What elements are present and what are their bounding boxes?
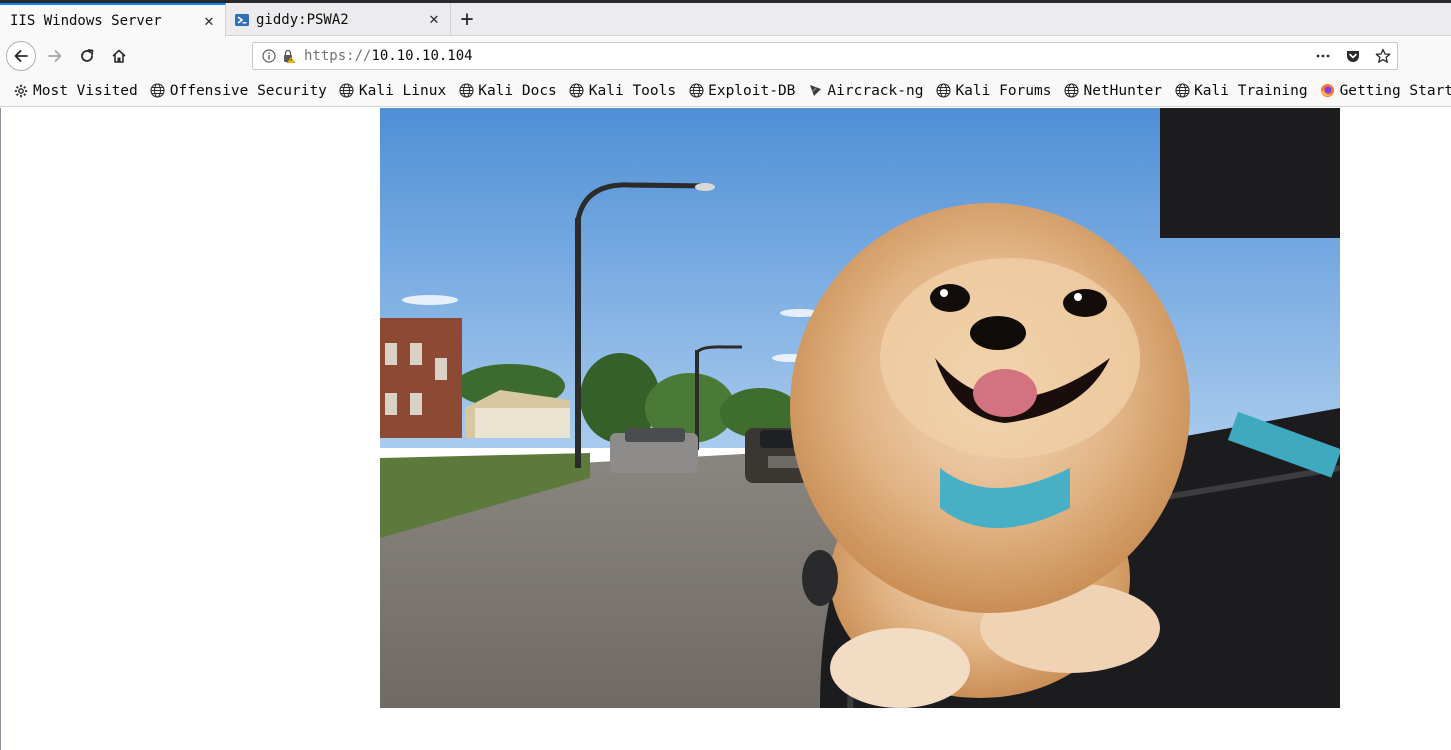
- globe-icon: [1174, 83, 1190, 99]
- home-button[interactable]: [103, 40, 135, 72]
- page-content: [0, 108, 1451, 750]
- tab-strip: IIS Windows Server ✕ giddy:PSWA2 ✕ +: [0, 3, 1451, 37]
- close-tab-icon[interactable]: ✕: [426, 11, 442, 27]
- bookmark-label: NetHunter: [1083, 82, 1163, 99]
- browser-window: IIS Windows Server ✕ giddy:PSWA2 ✕ + htt…: [0, 0, 1451, 750]
- bookmarks-toolbar: Most Visited Offensive Security Kali Lin…: [0, 75, 1451, 107]
- more-dots-icon: [1316, 54, 1330, 58]
- home-icon: [112, 49, 126, 63]
- back-button[interactable]: [6, 41, 36, 71]
- pocket-icon: [1347, 51, 1359, 62]
- globe-icon: [688, 83, 704, 99]
- bookmark-getting-started[interactable]: Getting Started: [1320, 83, 1451, 99]
- bookmark-label: Kali Forums: [955, 82, 1052, 99]
- page-actions-button[interactable]: [1315, 48, 1331, 64]
- star-icon: [1375, 48, 1391, 63]
- tab-title: IIS Windows Server: [10, 13, 162, 29]
- url-bar[interactable]: https://10.10.10.104: [252, 42, 1398, 70]
- bookmark-label: Offensive Security: [169, 82, 327, 99]
- bookmark-label: Kali Docs: [478, 82, 557, 99]
- bookmark-aircrack-ng[interactable]: Aircrack-ng: [807, 83, 923, 99]
- new-tab-button[interactable]: +: [451, 3, 483, 35]
- bookmark-label: Most Visited: [33, 82, 138, 99]
- url-scheme: https://: [304, 48, 372, 64]
- bookmark-label: Aircrack-ng: [827, 82, 924, 99]
- bookmark-label: Kali Training: [1194, 82, 1308, 99]
- gear-icon: [13, 83, 29, 99]
- bookmark-star-button[interactable]: [1375, 48, 1391, 64]
- bookmark-kali-forums[interactable]: Kali Forums: [935, 83, 1051, 99]
- globe-icon: [935, 83, 951, 99]
- close-tab-icon[interactable]: ✕: [201, 13, 217, 29]
- url-actions: [1315, 48, 1391, 64]
- bookmark-kali-docs[interactable]: Kali Docs: [458, 83, 557, 99]
- globe-icon: [569, 83, 585, 99]
- bookmark-exploit-db[interactable]: Exploit-DB: [688, 83, 795, 99]
- bookmark-most-visited[interactable]: Most Visited: [13, 83, 138, 99]
- reload-button[interactable]: [71, 40, 103, 72]
- bookmark-nethunter[interactable]: NetHunter: [1063, 83, 1162, 99]
- globe-icon: [150, 83, 166, 99]
- forward-button[interactable]: [39, 40, 71, 72]
- bookmark-label: Kali Tools: [588, 82, 677, 99]
- plus-icon: +: [460, 6, 474, 32]
- bookmark-label: Exploit-DB: [708, 82, 796, 99]
- bookmark-label: Kali Linux: [358, 82, 447, 99]
- bookmark-kali-linux[interactable]: Kali Linux: [339, 83, 446, 99]
- tab-iis-windows-server[interactable]: IIS Windows Server ✕: [0, 3, 226, 37]
- powershell-icon: [235, 13, 249, 26]
- navigation-toolbar: https://10.10.10.104: [0, 37, 1451, 75]
- bookmark-kali-tools[interactable]: Kali Tools: [569, 83, 676, 99]
- bookmark-kali-training[interactable]: Kali Training: [1174, 83, 1308, 99]
- bookmark-label: Getting Started: [1339, 82, 1451, 99]
- info-icon[interactable]: [262, 49, 276, 63]
- insecure-lock-icon[interactable]: [282, 49, 296, 63]
- arrow-right-icon: [48, 50, 62, 62]
- firefox-icon: [1320, 83, 1336, 99]
- reload-icon: [81, 49, 94, 62]
- arrow-left-icon: [14, 50, 28, 62]
- tab-giddy-pswa2[interactable]: giddy:PSWA2 ✕: [226, 3, 451, 36]
- dog-in-car-photo: [380, 108, 1340, 708]
- url-host: 10.10.10.104: [371, 48, 473, 64]
- globe-icon: [1063, 83, 1079, 99]
- bookmark-offensive-security[interactable]: Offensive Security: [150, 83, 327, 99]
- tab-title: giddy:PSWA2: [256, 11, 349, 28]
- globe-icon: [339, 83, 355, 99]
- aircrack-icon: [807, 83, 823, 99]
- pocket-button[interactable]: [1345, 48, 1361, 64]
- globe-icon: [458, 83, 474, 99]
